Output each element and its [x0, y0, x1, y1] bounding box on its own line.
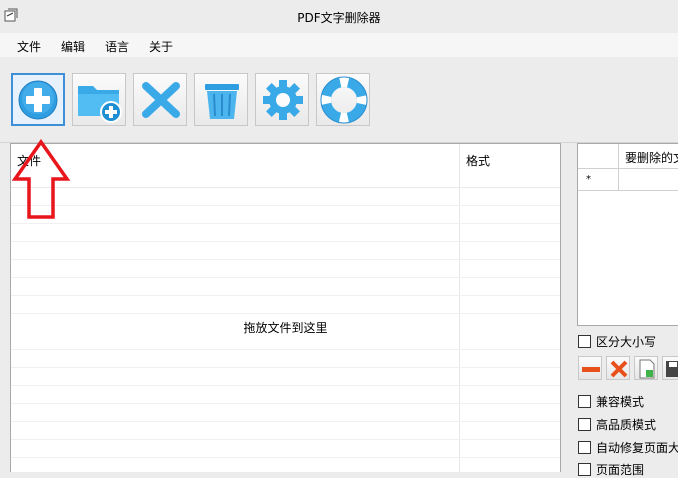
document-import-icon — [639, 359, 655, 379]
case-sensitive-label: 区分大小写 — [596, 335, 657, 349]
column-header-words[interactable]: 要删除的文 — [625, 149, 678, 166]
title-bar: PDF文字删除器 — [0, 0, 678, 32]
row-line — [11, 223, 560, 224]
arrow-up-icon — [11, 139, 71, 219]
remove-button[interactable] — [133, 73, 187, 126]
case-sensitive-checkbox[interactable] — [578, 335, 591, 348]
row-line — [11, 403, 560, 404]
row-line — [11, 439, 560, 440]
menu-edit[interactable]: 编辑 — [61, 38, 85, 55]
import-button[interactable] — [634, 356, 658, 380]
column-header-format[interactable]: 格式 — [466, 152, 490, 169]
row-line — [11, 241, 560, 242]
red-x-icon — [610, 360, 628, 378]
file-list[interactable]: 文件 格式 拖放文件到这里 — [10, 143, 561, 472]
row-line — [11, 205, 560, 206]
compat-mode-checkbox[interactable] — [578, 395, 591, 408]
minus-icon — [582, 367, 600, 372]
remove-row-button[interactable] — [578, 356, 602, 380]
add-circle-icon — [18, 80, 58, 120]
row-line — [11, 385, 560, 386]
menu-language[interactable]: 语言 — [105, 38, 129, 55]
hq-mode-option[interactable]: 高品质模式 — [578, 416, 656, 433]
row-line — [11, 259, 560, 260]
auto-fix-checkbox[interactable] — [578, 441, 591, 454]
trash-can-icon — [205, 84, 239, 119]
menu-file[interactable]: 文件 — [17, 38, 41, 55]
clear-button[interactable] — [194, 73, 248, 126]
drop-hint: 拖放文件到这里 — [243, 321, 328, 335]
page-range-option[interactable]: 页面范围 — [578, 461, 644, 478]
help-button[interactable] — [316, 73, 370, 126]
new-row-marker: * — [586, 174, 591, 185]
lifebuoy-icon — [320, 76, 368, 124]
row-line — [11, 349, 560, 350]
menu-about[interactable]: 关于 — [149, 38, 173, 55]
auto-fix-label: 自动修复页面大 — [596, 441, 678, 455]
settings-button[interactable] — [255, 73, 309, 126]
add-folder-icon — [78, 86, 122, 123]
toolbar — [0, 58, 678, 143]
auto-fix-option[interactable]: 自动修复页面大 — [578, 439, 678, 456]
compat-mode-label: 兼容模式 — [596, 395, 645, 409]
row-line — [11, 421, 560, 422]
hq-mode-checkbox[interactable] — [578, 418, 591, 431]
hq-mode-label: 高品质模式 — [596, 418, 657, 432]
x-mark-icon — [142, 82, 180, 118]
floppy-disk-icon — [666, 361, 678, 377]
row-line — [11, 367, 560, 368]
page-range-checkbox[interactable] — [578, 463, 591, 476]
gear-icon — [263, 80, 303, 120]
row-line — [11, 295, 560, 296]
menu-bar: 文件 编辑 语言 关于 — [0, 33, 678, 57]
page-range-label: 页面范围 — [596, 463, 645, 477]
words-table[interactable]: 要删除的文 * — [577, 143, 678, 326]
case-sensitive-option[interactable]: 区分大小写 — [578, 333, 656, 350]
file-list-header: 文件 格式 — [11, 144, 560, 188]
delete-row-button[interactable] — [606, 356, 630, 380]
row-line — [11, 457, 560, 458]
add-folder-button[interactable] — [72, 73, 126, 126]
window-title: PDF文字删除器 — [297, 11, 381, 25]
add-file-button[interactable] — [11, 73, 65, 126]
compat-mode-option[interactable]: 兼容模式 — [578, 393, 644, 410]
row-line — [11, 313, 560, 314]
row-line — [11, 277, 560, 278]
save-button[interactable] — [662, 356, 678, 380]
table-row[interactable] — [578, 168, 678, 191]
column-separator — [459, 144, 460, 472]
